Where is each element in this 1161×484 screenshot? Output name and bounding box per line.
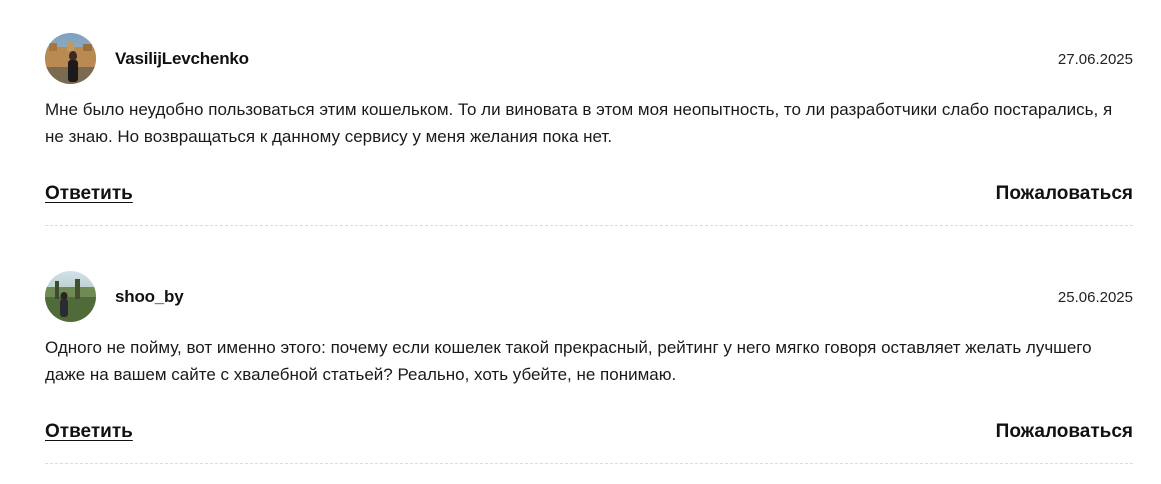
- comment-author: shoo_by: [115, 287, 184, 306]
- comment-author: VasilijLevchenko: [115, 49, 249, 68]
- comment-actions: Ответить Пожаловаться: [45, 183, 1133, 207]
- divider: [45, 225, 1133, 226]
- divider: [45, 463, 1133, 464]
- comment-item: shoo_by 25.06.2025 Одного не пойму, вот …: [45, 271, 1133, 464]
- comment-text: Мне было неудобно пользоваться этим коше…: [45, 100, 1113, 146]
- comment-header: shoo_by 25.06.2025: [45, 271, 1133, 323]
- comment-date: 25.06.2025: [1057, 289, 1133, 306]
- comment-item: VasilijLevchenko 27.06.2025 Мне было неу…: [45, 33, 1133, 226]
- comment-actions: Ответить Пожаловаться: [45, 421, 1133, 445]
- report-link[interactable]: Пожаловаться: [996, 183, 1133, 205]
- comment-text: Одного не пойму, вот именно этого: почем…: [45, 338, 1092, 384]
- comment-date: 27.06.2025: [1057, 51, 1133, 68]
- comments-list: VasilijLevchenko 27.06.2025 Мне было неу…: [0, 0, 1161, 484]
- reply-link[interactable]: Ответить: [45, 421, 133, 443]
- avatar[interactable]: [45, 33, 96, 84]
- report-link[interactable]: Пожаловаться: [996, 421, 1133, 443]
- avatar[interactable]: [45, 271, 96, 322]
- comment-header: VasilijLevchenko 27.06.2025: [45, 33, 1133, 85]
- reply-link[interactable]: Ответить: [45, 183, 133, 205]
